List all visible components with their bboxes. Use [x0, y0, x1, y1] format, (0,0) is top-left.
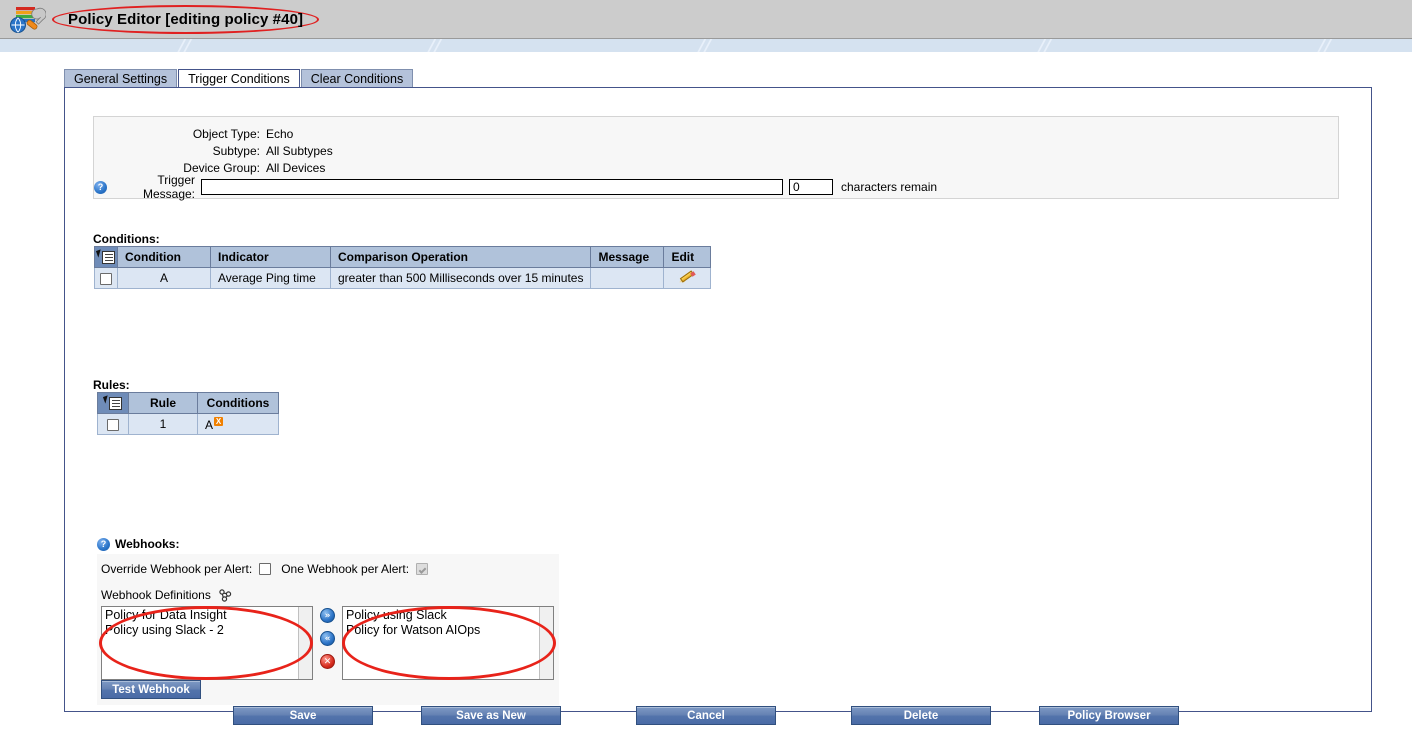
page-body: General Settings Trigger Conditions Clea…: [0, 52, 1412, 733]
content-panel: Object Type: Echo Subtype: All Subtypes …: [64, 87, 1372, 712]
list-item[interactable]: Policy using Slack - 2: [104, 623, 312, 638]
save-button[interactable]: Save: [233, 706, 373, 725]
rules-col-rule[interactable]: Rule: [128, 392, 198, 414]
remove-condition-badge-icon[interactable]: X: [214, 416, 224, 426]
rules-row-conditions: A: [205, 417, 214, 432]
policy-editor-logo-icon: [8, 4, 47, 35]
footer-button-bar: Save Save as New Cancel Delete Policy Br…: [0, 706, 1412, 736]
subtype-label: Subtype:: [212, 143, 260, 158]
conditions-col-comparison[interactable]: Comparison Operation: [329, 246, 592, 268]
webhooks-panel: Override Webhook per Alert: One Webhook …: [97, 554, 559, 705]
help-icon[interactable]: ?: [97, 537, 110, 551]
conditions-row-message: [590, 267, 665, 289]
conditions-row-checkbox-cell: [94, 267, 118, 289]
conditions-row-comparison: greater than 500 Milliseconds over 15 mi…: [329, 267, 592, 289]
webhook-selected-list[interactable]: Policy using Slack Policy for Watson AIO…: [342, 606, 554, 680]
conditions-row-edit-cell: [663, 267, 712, 289]
list-item[interactable]: Policy using Slack: [345, 608, 553, 623]
tab-bar: General Settings Trigger Conditions Clea…: [64, 68, 414, 88]
subtype-value: All Subtypes: [266, 143, 333, 158]
characters-remain-label: characters remain: [841, 180, 938, 194]
conditions-header-row: Condition Indicator Comparison Operation…: [94, 246, 712, 268]
one-webhook-label: One Webhook per Alert:: [281, 562, 410, 576]
tab-trigger-conditions[interactable]: Trigger Conditions: [178, 69, 300, 88]
cancel-button[interactable]: Cancel: [636, 706, 776, 725]
delete-x-icon[interactable]: ✕: [320, 654, 335, 669]
subtype-row: Subtype: All Subtypes: [94, 142, 333, 159]
webhooks-title: Webhooks:: [115, 537, 180, 551]
conditions-row-indicator: Average Ping time: [210, 267, 331, 289]
pencil-edit-icon[interactable]: [678, 269, 697, 285]
rules-row-checkbox-cell: [97, 413, 129, 435]
webhook-definitions-label: Webhook Definitions: [101, 588, 211, 602]
device-group-value: All Devices: [266, 160, 326, 175]
header-banner: [0, 39, 1412, 52]
webhook-available-list[interactable]: Policy for Data Insight Policy using Sla…: [101, 606, 313, 680]
help-icon[interactable]: ?: [94, 180, 107, 194]
tab-clear-conditions[interactable]: Clear Conditions: [300, 69, 414, 88]
tab-general-settings[interactable]: General Settings: [64, 69, 178, 88]
webhook-definitions-header: Webhook Definitions: [101, 588, 232, 602]
select-all-icon: [102, 395, 122, 411]
conditions-section-label: Conditions:: [93, 232, 160, 246]
rules-row-conditions-cell: AX: [197, 413, 279, 435]
double-arrow-left-icon[interactable]: «: [320, 631, 335, 646]
conditions-col-message[interactable]: Message: [590, 246, 665, 268]
test-webhook-button[interactable]: Test Webhook: [101, 680, 201, 699]
override-webhook-label: Override Webhook per Alert:: [101, 562, 253, 576]
conditions-row-checkbox[interactable]: [100, 272, 112, 285]
title-bar: Policy Editor [editing policy #40]: [0, 0, 1412, 39]
one-webhook-checkbox: [416, 563, 429, 575]
rules-row-checkbox[interactable]: [107, 418, 119, 431]
trigger-message-row: ? Trigger Message: characters remain: [94, 173, 938, 201]
webhook-selected-scrollbar[interactable]: [539, 607, 553, 679]
page-title-annotation: Policy Editor [editing policy #40]: [52, 5, 320, 34]
conditions-col-condition[interactable]: Condition: [117, 246, 211, 268]
rules-table: Rule Conditions 1 AX: [97, 392, 279, 435]
object-type-row: Object Type: Echo: [94, 125, 294, 142]
trigger-message-label: Trigger Message:: [142, 173, 195, 201]
trigger-message-input[interactable]: [201, 179, 783, 195]
save-as-new-button[interactable]: Save as New: [421, 706, 561, 725]
characters-remain-input[interactable]: [789, 179, 833, 195]
rules-col-conditions[interactable]: Conditions: [197, 392, 279, 414]
page-title: Policy Editor [editing policy #40]: [68, 11, 304, 28]
policy-info-block: Object Type: Echo Subtype: All Subtypes …: [93, 116, 1339, 201]
conditions-col-indicator[interactable]: Indicator: [210, 246, 331, 268]
table-row: 1 AX: [97, 413, 279, 435]
table-row: A Average Ping time greater than 500 Mil…: [94, 267, 712, 289]
rules-header-row: Rule Conditions: [97, 392, 279, 414]
list-item[interactable]: Policy for Watson AIOps: [345, 623, 553, 638]
object-type-value: Echo: [266, 126, 294, 141]
object-type-label: Object Type:: [192, 126, 260, 141]
policy-browser-button[interactable]: Policy Browser: [1039, 706, 1179, 725]
conditions-row-condition: A: [117, 267, 211, 289]
override-webhook-checkbox[interactable]: [259, 563, 272, 575]
conditions-table: Condition Indicator Comparison Operation…: [94, 246, 712, 289]
conditions-select-all-header[interactable]: [94, 246, 118, 268]
conditions-col-edit[interactable]: Edit: [663, 246, 712, 268]
rules-section-label: Rules:: [93, 378, 130, 392]
list-item[interactable]: Policy for Data Insight: [104, 608, 312, 623]
select-all-icon: [95, 249, 115, 265]
webhooks-section-header: ? Webhooks:: [97, 537, 179, 551]
webhook-connector-icon[interactable]: [218, 588, 232, 602]
webhook-options-row: Override Webhook per Alert: One Webhook …: [101, 562, 429, 576]
rules-row-rule: 1: [128, 413, 198, 435]
rules-select-all-header[interactable]: [97, 392, 129, 414]
delete-button[interactable]: Delete: [851, 706, 991, 725]
webhook-available-scrollbar[interactable]: [298, 607, 312, 679]
double-arrow-right-icon[interactable]: »: [320, 608, 335, 623]
